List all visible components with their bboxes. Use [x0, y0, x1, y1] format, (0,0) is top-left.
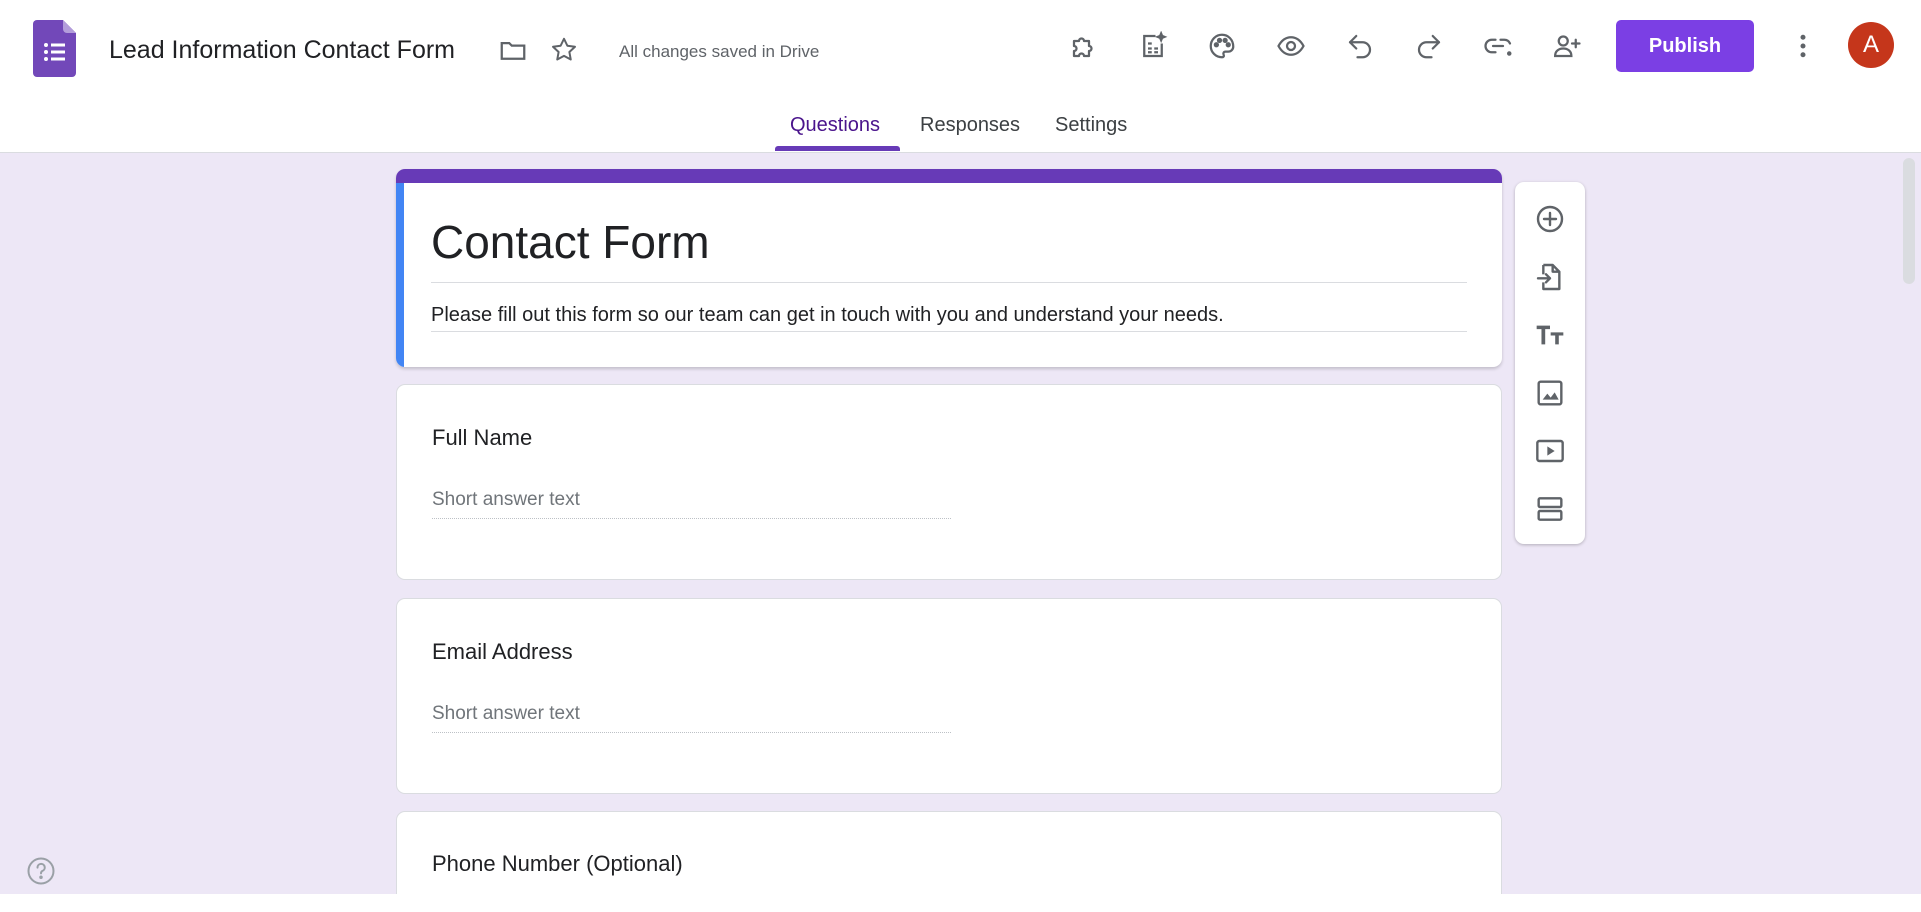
customize-with-ai-icon[interactable]	[1133, 26, 1173, 66]
question-card[interactable]: Email Address Short answer text	[396, 598, 1502, 794]
import-questions-icon[interactable]	[1530, 257, 1570, 297]
tab-responses[interactable]: Responses	[920, 114, 1020, 137]
save-status: All changes saved in Drive	[619, 42, 820, 61]
divider	[431, 282, 1467, 283]
forms-logo-icon[interactable]	[33, 20, 76, 77]
add-ons-icon[interactable]	[1064, 26, 1104, 66]
palette-icon[interactable]	[1202, 26, 1242, 66]
selected-indicator	[396, 183, 404, 367]
tab-settings[interactable]: Settings	[1055, 114, 1127, 137]
accent-bar	[396, 169, 1502, 183]
short-answer-field: Short answer text	[432, 489, 951, 519]
add-title-icon[interactable]	[1530, 315, 1570, 355]
form-title-card[interactable]: Contact Form Please fill out this form s…	[396, 169, 1502, 367]
folder-icon[interactable]	[493, 30, 533, 70]
form-title[interactable]: Contact Form	[431, 215, 710, 269]
bottom-edge	[0, 894, 1921, 912]
app-header: Lead Information Contact Form All change…	[0, 0, 1921, 153]
scrollbar-thumb[interactable]	[1903, 158, 1915, 284]
question-title[interactable]: Email Address	[432, 639, 573, 665]
more-vert-icon[interactable]	[1783, 26, 1823, 66]
tab-questions[interactable]: Questions	[790, 114, 880, 137]
question-side-toolbar	[1515, 182, 1585, 544]
active-tab-indicator	[775, 146, 900, 151]
form-description[interactable]: Please fill out this form so our team ca…	[431, 304, 1224, 327]
short-answer-field: Short answer text	[432, 703, 951, 733]
tab-bar: Questions Responses Settings	[0, 108, 1921, 152]
publish-button[interactable]: Publish	[1616, 20, 1754, 72]
add-section-icon[interactable]	[1530, 489, 1570, 529]
question-title[interactable]: Phone Number (Optional)	[432, 851, 683, 877]
account-avatar[interactable]: A	[1848, 22, 1894, 68]
add-video-icon[interactable]	[1530, 431, 1570, 471]
question-card[interactable]: Full Name Short answer text	[396, 384, 1502, 580]
undo-icon[interactable]	[1340, 26, 1380, 66]
redo-icon[interactable]	[1409, 26, 1449, 66]
add-image-icon[interactable]	[1530, 373, 1570, 413]
add-question-icon[interactable]	[1530, 199, 1570, 239]
copy-link-icon[interactable]	[1478, 26, 1518, 66]
add-collaborators-icon[interactable]	[1547, 26, 1587, 66]
help-icon[interactable]	[26, 856, 56, 886]
divider	[431, 331, 1467, 332]
star-icon[interactable]	[544, 30, 584, 70]
preview-icon[interactable]	[1271, 26, 1311, 66]
question-title[interactable]: Full Name	[432, 425, 532, 451]
document-title[interactable]: Lead Information Contact Form	[109, 36, 455, 65]
